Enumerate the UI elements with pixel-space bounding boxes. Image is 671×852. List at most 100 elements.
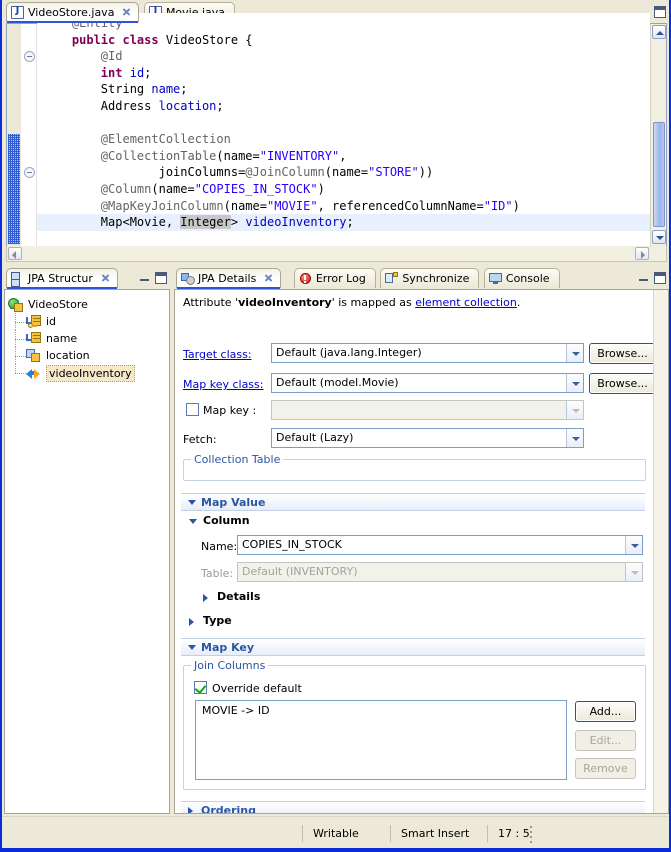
target-class-value: Default (java.lang.Integer) [276,346,422,359]
map-key-section-header[interactable]: Map Key [181,638,645,656]
status-bar: Writable Smart Insert 17 : 5 [2,816,669,848]
tree-item-location[interactable]: location [5,347,169,364]
details-subsection[interactable]: Details [203,590,260,603]
chevron-down-icon [188,645,196,650]
maximize-icon[interactable] [155,272,167,284]
scroll-right-icon[interactable] [635,247,649,260]
details-vertical-scrollbar[interactable] [653,290,668,813]
chevron-down-icon[interactable] [566,374,583,392]
structure-view-buttons [139,272,167,284]
editor-folding-column[interactable] [21,24,37,261]
map-key-class-combo[interactable]: Default (model.Movie) [271,373,584,393]
details-body: Attribute 'videoInventory' is mapped as … [174,289,669,814]
fetch-combo[interactable]: Default (Lazy) [271,428,584,448]
tab-console[interactable]: Console [483,268,560,288]
type-subsection[interactable]: Type [189,614,232,627]
code-token: @MapKeyJoinColumn [100,198,224,213]
close-icon[interactable] [263,273,274,284]
editor-tab-videostore[interactable]: VideoStore.java [6,2,140,23]
fold-toggle[interactable] [24,167,35,178]
element-collection-link[interactable]: element collection [415,296,517,309]
chevron-down-icon[interactable] [566,344,583,362]
tree-item-label: VideoStore [28,298,88,311]
tree-connector [15,356,26,357]
tree-item-name[interactable]: name [5,330,169,347]
override-default-checkbox[interactable] [194,681,207,694]
code-token: ) [317,181,325,196]
structure-tree[interactable]: VideoStore id name location videoInventory [4,289,170,814]
chevron-down-icon[interactable] [625,536,642,554]
editor-annotation-ruler[interactable] [7,24,21,261]
header-attribute: videoInventory [238,296,332,309]
scroll-left-icon[interactable] [8,247,22,260]
column-name-combo[interactable]: COPIES_IN_STOCK [237,535,643,555]
code-token: location [158,98,217,113]
code-line: @ElementCollection [37,131,650,148]
target-class-combo[interactable]: Default (java.lang.Integer) [271,343,584,363]
scroll-up-icon[interactable] [652,25,666,39]
fetch-label: Fetch: [183,433,217,446]
minimize-icon[interactable] [638,272,650,284]
code-line: @Column(name="COPIES_IN_STOCK") [37,181,650,198]
type-subsection-title: Type [203,614,232,627]
column-subsection-title: Column [203,514,250,527]
add-button[interactable]: Add... [575,701,636,722]
tree-connector [15,347,16,364]
map-key-section-title: Map Key [201,641,255,654]
code-token: Map<Movie, [43,215,181,230]
tree-item-videostore[interactable]: VideoStore [5,296,169,313]
tree-item-videoinventory[interactable]: videoInventory [5,364,169,382]
code-token: > [230,215,246,230]
close-icon[interactable] [121,7,132,18]
map-key-checkbox[interactable] [186,403,199,416]
status-cursor-position: 17 : 5 [487,825,547,842]
synchronize-tab-label: Synchronize [402,272,470,285]
target-class-label[interactable]: Target class: [183,348,252,361]
chevron-down-icon [189,519,197,524]
list-item[interactable]: MOVIE -> ID [196,701,566,717]
chevron-right-icon [203,594,208,602]
code-token: "COPIES_IN_STOCK" [194,181,318,196]
fetch-value: Default (Lazy) [276,431,354,444]
editor-horizontal-scrollbar[interactable] [6,246,667,262]
maximize-icon[interactable] [654,272,666,284]
ordering-section-header[interactable]: Ordering [181,801,645,813]
code-token: Address [43,98,159,113]
fold-toggle[interactable] [24,51,35,62]
chevron-right-icon [189,618,194,626]
target-class-browse-button[interactable]: Browse... [589,343,656,364]
column-subsection[interactable]: Column [189,514,250,527]
editor-tab-label: VideoStore.java [28,6,115,19]
map-key-class-label[interactable]: Map key class: [183,378,263,391]
tab-jpa-details[interactable]: JPA Details [176,268,282,289]
code-token: public class [71,32,159,47]
tree-item-id[interactable]: id [5,313,169,330]
map-key-class-browse-button[interactable]: Browse... [589,373,656,394]
chevron-down-icon[interactable] [566,429,583,447]
tab-jpa-structure[interactable]: JPA Structur [6,268,118,289]
code-token: @JoinColumn [245,165,325,180]
structure-tab-label: JPA Structur [28,272,93,285]
tab-synchronize[interactable]: Synchronize [380,268,480,288]
scrollbar-thumb[interactable] [653,122,665,227]
maximize-icon[interactable] [654,6,666,18]
tab-error-log[interactable]: Error Log [293,268,376,288]
minimize-icon[interactable] [139,272,151,284]
close-icon[interactable] [100,273,111,284]
map-key-combo[interactable] [271,400,584,420]
column-name-value: COPIES_IN_STOCK [242,538,342,551]
join-columns-list[interactable]: MOVIE -> ID [195,700,567,780]
code-editor-text[interactable]: @Entity public class VideoStore { @Id in… [37,13,650,261]
code-token: ) [512,198,520,213]
editor-vertical-scrollbar[interactable] [650,24,666,261]
column-table-combo: Default (INVENTORY) [237,562,643,582]
java-file-icon [11,5,24,19]
code-token: id [129,65,145,80]
code-token: int [100,65,123,80]
code-line: String name; [37,81,650,98]
map-value-section-header[interactable]: Map Value [181,493,645,511]
column-table-value: Default (INVENTORY) [242,565,358,578]
scroll-down-icon[interactable] [652,230,666,244]
